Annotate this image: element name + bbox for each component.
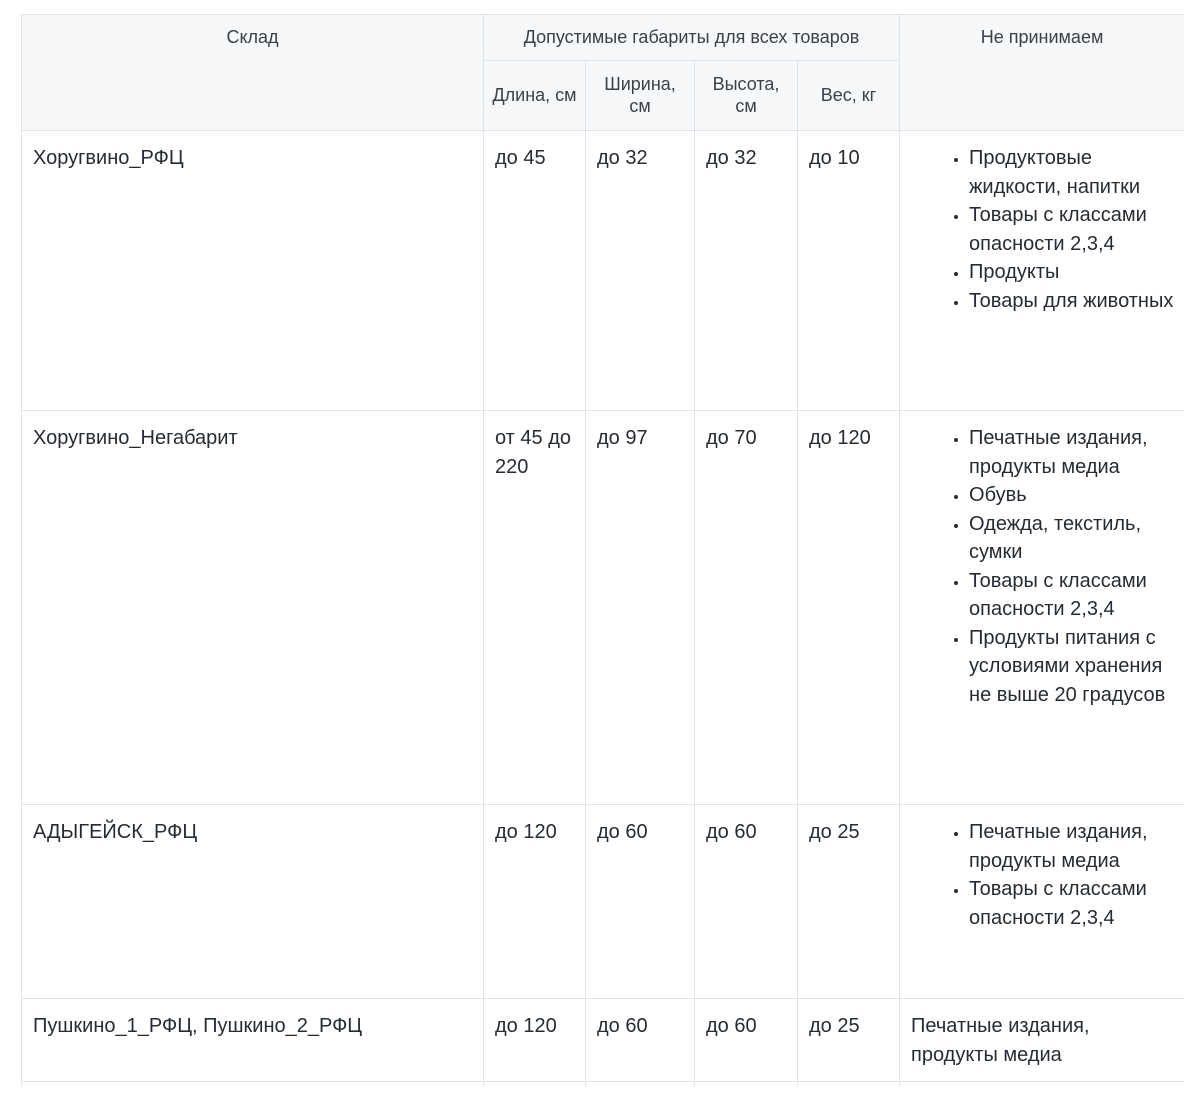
header-height: Высота, см — [694, 60, 798, 131]
cell-width: до 60 — [585, 998, 695, 1082]
table-row: АДЫГЕЙСК_РФЦ до 120 до 60 до 60 до 25 Пе… — [21, 804, 1184, 999]
list-item: Обувь — [969, 481, 1174, 510]
cell-not-accepted: Продуктовые жидкости, напитки Товары с к… — [899, 130, 1184, 411]
cell-warehouse: АДЫГЕЙСК_РФЦ — [21, 804, 484, 999]
table-row: Хоругвино_Негабарит от 45 до 220 до 97 д… — [21, 410, 1184, 805]
header-weight: Вес, кг — [796, 60, 901, 131]
list-item: Товары с классами опасности 2,3,4 — [969, 201, 1174, 258]
not-accepted-list: Печатные издания, продукты медиа Товары … — [911, 818, 1174, 932]
cell-length: до 120 — [483, 998, 586, 1082]
cell-not-accepted: Печатные издания, продукты медиа Обувь О… — [899, 410, 1184, 805]
header-dimensions-group: Допустимые габариты для всех товаров — [482, 14, 901, 61]
cell-weight — [796, 1081, 901, 1086]
list-item: Печатные издания, продукты медиа — [969, 424, 1174, 481]
cell-height: до 32 — [694, 130, 798, 411]
list-item: Товары с классами опасности 2,3,4 — [969, 567, 1174, 624]
cell-height — [694, 1081, 798, 1086]
header-length: Длина, см — [483, 60, 586, 131]
cell-weight: до 10 — [796, 130, 901, 411]
cell-not-accepted: Печатные издания, продукты медиа — [899, 998, 1184, 1082]
list-item: Товары с классами опасности 2,3,4 — [969, 875, 1174, 932]
not-accepted-list: Продуктовые жидкости, напитки Товары с к… — [911, 144, 1174, 315]
header-warehouse: Склад — [21, 14, 484, 131]
table-body: Хоругвино_РФЦ до 45 до 32 до 32 до 10 Пр… — [21, 130, 1184, 1086]
cell-warehouse: Пушкино_1_РФЦ, Пушкино_2_РФЦ — [21, 998, 484, 1082]
cell-not-accepted — [899, 1081, 1184, 1086]
list-item: Одежда, текстиль, сумки — [969, 510, 1174, 567]
cell-width: до 97 — [585, 410, 695, 805]
list-item: Товары для животных — [969, 287, 1174, 316]
cell-length: от 45 до 220 — [483, 410, 586, 805]
cell-width: до 60 — [585, 804, 695, 999]
cell-length: до 120 — [483, 804, 586, 999]
cell-height: до 60 — [694, 998, 798, 1082]
not-accepted-list: Печатные издания, продукты медиа Обувь О… — [911, 424, 1174, 709]
list-item: Продукты — [969, 258, 1174, 287]
cell-width: до 32 — [585, 130, 695, 411]
cell-length: до 45 — [483, 130, 586, 411]
cell-not-accepted: Печатные издания, продукты медиа Товары … — [899, 804, 1184, 999]
cell-weight: до 25 — [796, 804, 901, 999]
cell-weight: до 120 — [796, 410, 901, 805]
table-row — [21, 1081, 1184, 1086]
table-row: Хоругвино_РФЦ до 45 до 32 до 32 до 10 Пр… — [21, 130, 1184, 411]
cell-height: до 70 — [694, 410, 798, 805]
list-item: Продуктовые жидкости, напитки — [969, 144, 1174, 201]
header-width: Ширина, см — [585, 60, 695, 131]
header-not-accepted: Не принимаем — [899, 14, 1184, 131]
table-row: Пушкино_1_РФЦ, Пушкино_2_РФЦ до 120 до 6… — [21, 998, 1184, 1082]
cell-width — [585, 1081, 695, 1086]
list-item: Печатные издания, продукты медиа — [969, 818, 1174, 875]
cell-height: до 60 — [694, 804, 798, 999]
cell-warehouse: Хоругвино_Негабарит — [21, 410, 484, 805]
list-item: Продукты питания с условиями хранения не… — [969, 624, 1174, 710]
cell-weight: до 25 — [796, 998, 901, 1082]
dimensions-table-container: Склад Допустимые габариты для всех товар… — [21, 14, 1184, 1086]
cell-warehouse — [21, 1081, 484, 1086]
table-header: Склад Допустимые габариты для всех товар… — [21, 14, 1184, 131]
cell-warehouse: Хоругвино_РФЦ — [21, 130, 484, 411]
warehouse-dimensions-table: Склад Допустимые габариты для всех товар… — [21, 14, 1184, 1086]
cell-length — [483, 1081, 586, 1086]
